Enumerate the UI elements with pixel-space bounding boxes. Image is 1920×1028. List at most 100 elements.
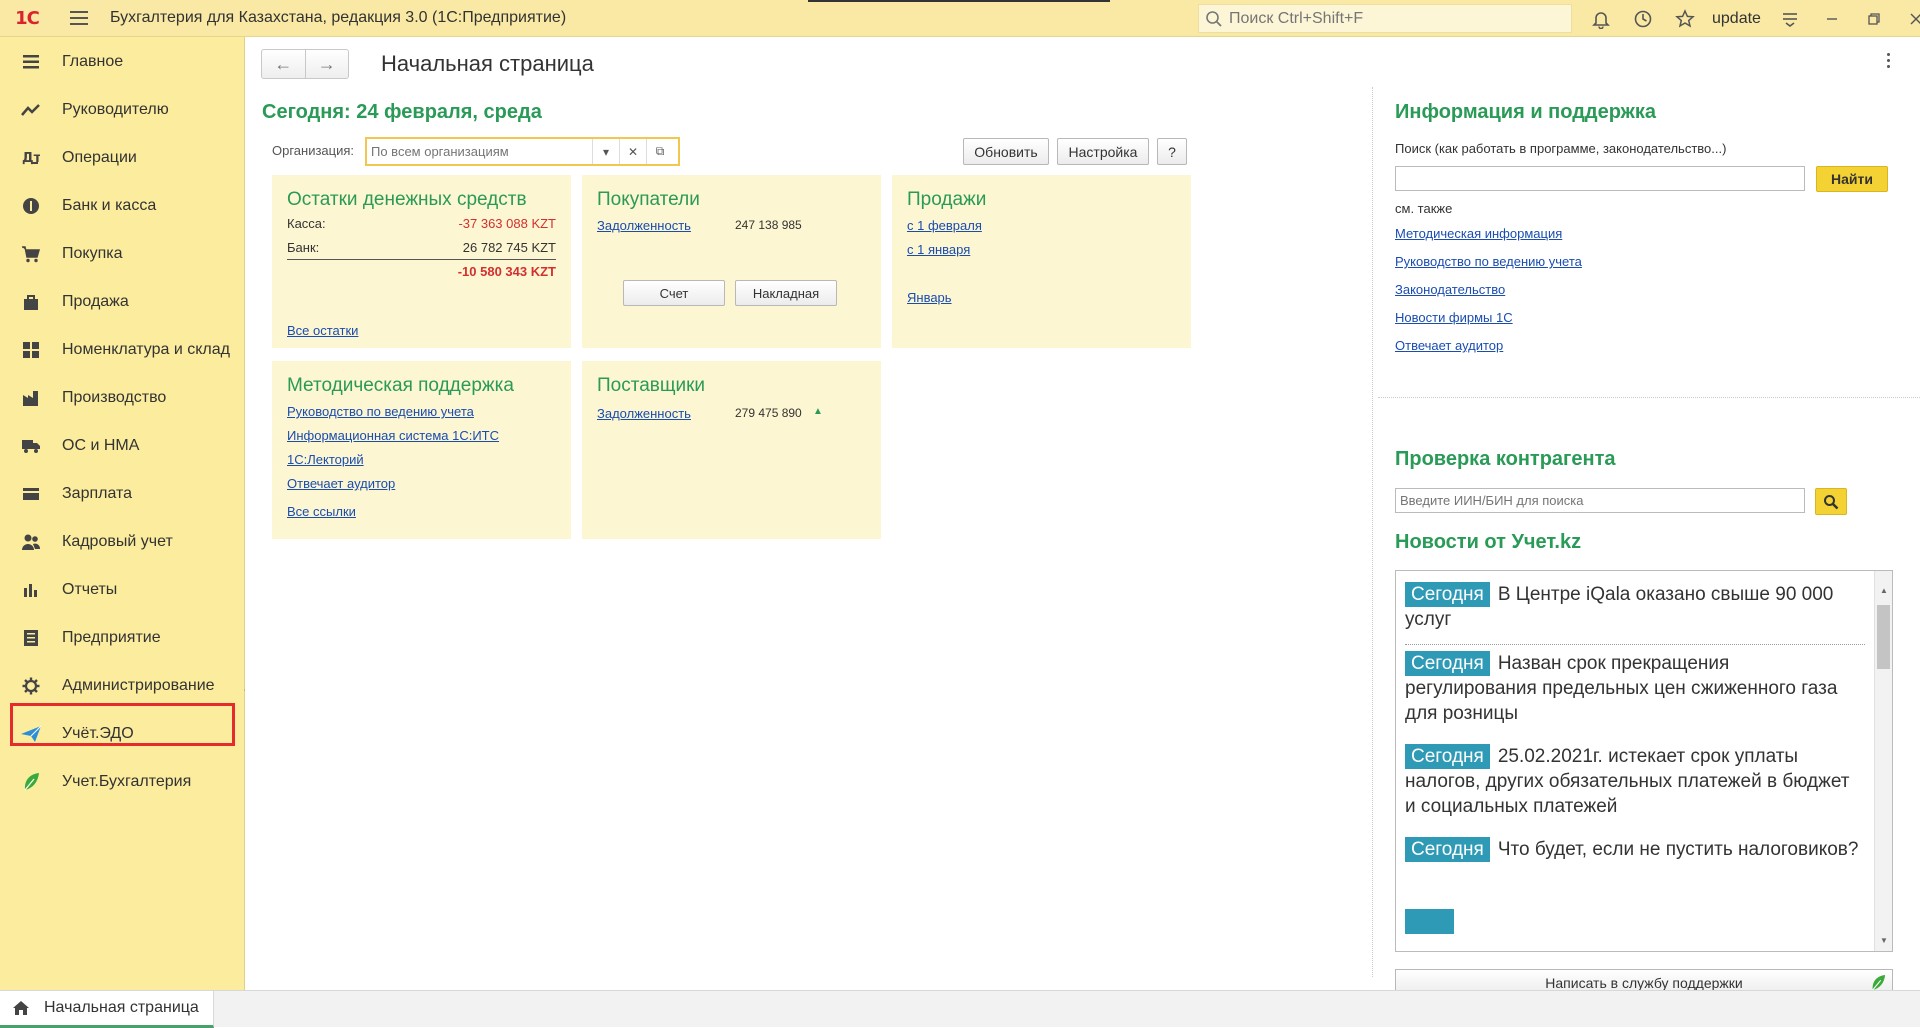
sidebar-item-production[interactable]: Производство <box>0 378 245 418</box>
method-link[interactable]: Руководство по ведению учета <box>287 404 474 419</box>
news-item[interactable]: Сегодня Что будет, если не пустить налого… <box>1405 837 1865 862</box>
sidebar-item-bank[interactable]: Банк и касса <box>0 186 245 226</box>
organization-input[interactable] <box>367 144 592 159</box>
news-separator <box>1405 644 1865 645</box>
iin-bin-input[interactable] <box>1395 488 1805 513</box>
bell-icon[interactable] <box>1580 0 1622 37</box>
news-badge: Сегодня <box>1405 744 1490 769</box>
news-list[interactable]: Сегодня В Центре iQala оказано свыше 90 0… <box>1395 570 1893 952</box>
cart-icon <box>0 245 62 263</box>
info-link[interactable]: Руководство по ведению учета <box>1395 254 1582 269</box>
tab-home-page[interactable]: Начальная страница <box>0 991 214 1028</box>
sidebar-item-label: Продажа <box>62 293 129 310</box>
suppliers-debt-link[interactable]: Задолженность <box>597 406 691 421</box>
news-item-partial[interactable] <box>1405 909 1865 949</box>
operations-icon: Дт <box>0 149 62 167</box>
global-search-input[interactable] <box>1229 9 1559 28</box>
info-link[interactable]: Новости фирмы 1С <box>1395 310 1513 325</box>
sidebar-item-enterprise[interactable]: Предприятие <box>0 618 245 658</box>
sidebar-item-reports[interactable]: Отчеты <box>0 570 245 610</box>
bar-chart-icon <box>0 582 62 598</box>
organization-label: Организация: <box>272 143 355 158</box>
sidebar-item-administration[interactable]: Администрирование <box>0 666 245 706</box>
sales-link-january[interactable]: Январь <box>907 290 952 305</box>
news-title: Новости от Учет.kz <box>1395 531 1582 553</box>
total-value: -10 580 343 KZT <box>457 264 556 279</box>
sidebar-item-sales[interactable]: Продажа <box>0 282 245 322</box>
organization-select[interactable]: ▾ ✕ ⧉ <box>365 137 680 166</box>
waybill-button[interactable]: Накладная <box>735 280 837 306</box>
main-menu-icon[interactable] <box>54 0 104 37</box>
sales-link-jan[interactable]: с 1 января <box>907 242 970 257</box>
sidebar-item-accounting[interactable]: Учет.Бухгалтерия <box>0 762 245 802</box>
find-button[interactable]: Найти <box>1816 166 1888 192</box>
search-icon <box>1206 10 1222 27</box>
scroll-thumb[interactable] <box>1877 605 1890 669</box>
forward-arrow-icon[interactable]: → <box>306 50 349 78</box>
all-links-link[interactable]: Все ссылки <box>287 504 356 519</box>
info-link[interactable]: Методическая информация <box>1395 226 1562 241</box>
all-balances-link[interactable]: Все остатки <box>287 323 358 338</box>
scroll-up-icon[interactable]: ▲ <box>1875 583 1892 599</box>
scroll-down-icon[interactable]: ▼ <box>1875 933 1892 949</box>
info-link[interactable]: Отвечает аудитор <box>1395 338 1503 353</box>
method-link[interactable]: Информационная система 1С:ИТС <box>287 428 499 443</box>
news-item[interactable]: Сегодня 25.02.2021г. истекает срок уплаты… <box>1405 744 1865 819</box>
coins-icon <box>0 197 62 215</box>
close-icon[interactable] <box>1895 0 1920 37</box>
buyers-debt-link[interactable]: Задолженность <box>597 218 691 233</box>
global-search[interactable] <box>1198 4 1572 33</box>
sidebar-item-nomenclature[interactable]: Номенклатура и склад <box>0 330 245 370</box>
bank-label: Банк: <box>287 240 320 255</box>
back-arrow-icon[interactable]: ← <box>262 50 306 78</box>
sidebar-item-fixed-assets[interactable]: ОС и НМА <box>0 426 245 466</box>
sidebar-item-main[interactable]: Главное <box>0 42 245 82</box>
news-item[interactable]: Сегодня Назван срок прекращения регулиров… <box>1405 651 1865 726</box>
sidebar-item-manager[interactable]: Руководителю <box>0 90 245 130</box>
card-title: Продажи <box>907 189 987 210</box>
home-icon <box>13 1001 29 1015</box>
open-icon[interactable]: ⧉ <box>646 139 673 164</box>
search-icon[interactable] <box>1815 488 1847 515</box>
method-link[interactable]: Отвечает аудитор <box>287 476 395 491</box>
search-hint: Поиск (как работать в программе, законод… <box>1395 141 1727 156</box>
sidebar-item-salary[interactable]: Зарплата <box>0 474 245 514</box>
building-icon <box>0 629 62 647</box>
restore-icon[interactable] <box>1853 0 1895 37</box>
info-link[interactable]: Законодательство <box>1395 282 1505 297</box>
minimize-icon[interactable] <box>1811 0 1853 37</box>
see-also-label: см. также <box>1395 201 1453 216</box>
help-button[interactable]: ? <box>1157 138 1187 165</box>
sidebar-item-label: Операции <box>62 149 137 166</box>
sidebar-item-hr[interactable]: Кадровый учет <box>0 522 245 562</box>
kassa-label: Касса: <box>287 216 326 231</box>
title-bar: 1С Бухгалтерия для Казахстана, редакция … <box>0 0 1920 37</box>
sales-link-feb[interactable]: с 1 февраля <box>907 218 982 233</box>
dropdown-arrow-icon[interactable]: ▾ <box>592 139 619 164</box>
sidebar-item-operations[interactable]: Дт Операции <box>0 138 245 178</box>
history-icon[interactable] <box>1622 0 1664 37</box>
bag-icon <box>0 293 62 311</box>
clear-icon[interactable]: ✕ <box>619 139 646 164</box>
settings-lines-icon[interactable] <box>1769 0 1811 37</box>
user-name[interactable]: update <box>1712 10 1761 28</box>
sidebar-item-label: Администрирование <box>62 677 215 694</box>
open-windows-bar: Начальная страница <box>0 990 1920 1028</box>
info-support-title: Информация и поддержка <box>1395 101 1656 123</box>
news-scrollbar[interactable]: ▲ ▼ <box>1874 571 1892 951</box>
news-badge: Сегодня <box>1405 651 1490 676</box>
more-actions-icon[interactable] <box>1883 53 1893 68</box>
sidebar-item-label: Отчеты <box>62 581 118 598</box>
bank-value: 26 782 745 KZT <box>462 240 556 255</box>
sidebar-item-purchase[interactable]: Покупка <box>0 234 245 274</box>
star-icon[interactable] <box>1664 0 1706 37</box>
news-item[interactable]: Сегодня В Центре iQala оказано свыше 90 0… <box>1405 582 1865 632</box>
method-link[interactable]: 1С:Лекторий <box>287 452 364 467</box>
settings-button[interactable]: Настройка <box>1057 138 1149 165</box>
refresh-button[interactable]: Обновить <box>963 138 1049 165</box>
invoice-button[interactable]: Счет <box>623 280 725 306</box>
help-search-input[interactable] <box>1395 166 1805 191</box>
buyers-card: Покупатели Задолженность 247 138 985 Сче… <box>582 175 881 348</box>
sidebar-item-label: Главное <box>62 53 124 70</box>
history-nav: ← → <box>261 49 349 79</box>
